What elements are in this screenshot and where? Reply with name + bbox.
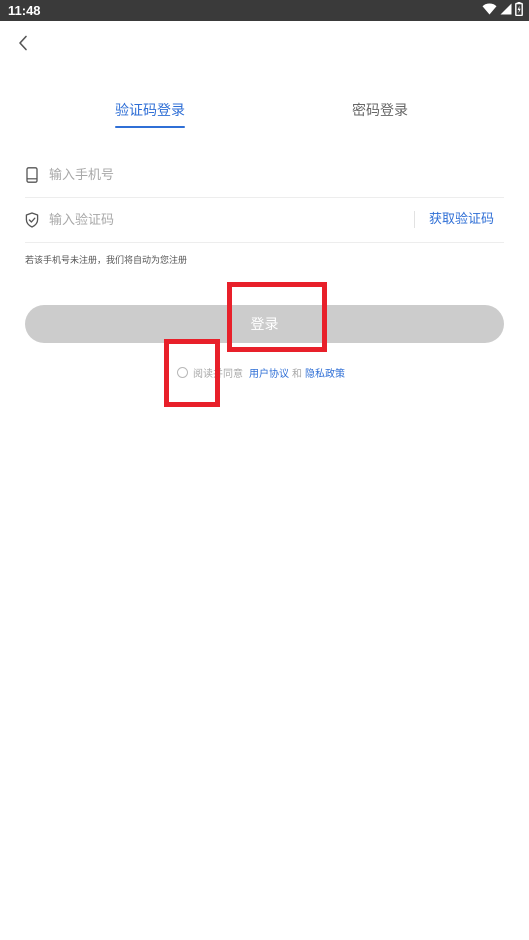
wifi-icon	[482, 3, 497, 19]
agreement-and: 和	[292, 368, 302, 380]
tab-active-indicator	[115, 126, 185, 128]
tab-sms-login-label: 验证码登录	[115, 103, 185, 119]
privacy-policy-link[interactable]: 隐私政策	[305, 365, 345, 380]
phone-input[interactable]	[49, 162, 389, 188]
status-icons	[482, 1, 523, 20]
get-code-button[interactable]: 获取验证码	[429, 211, 494, 229]
phone-field-row	[25, 153, 504, 198]
tab-password-login[interactable]: 密码登录	[346, 98, 414, 126]
battery-icon	[515, 1, 523, 20]
shield-icon	[25, 212, 39, 228]
highlight-box-agreement	[164, 339, 220, 407]
login-tabs: 验证码登录 密码登录	[0, 98, 529, 130]
tab-sms-login[interactable]: 验证码登录	[113, 98, 187, 128]
tab-password-login-label: 密码登录	[352, 103, 408, 119]
user-agreement-link[interactable]: 用户协议	[249, 365, 289, 380]
phone-icon	[25, 167, 39, 183]
cell-signal-icon	[500, 3, 512, 19]
chevron-left-icon	[17, 35, 29, 55]
status-bar: 11:48	[0, 0, 529, 21]
auto-register-hint: 若该手机号未注册，我们将自动为您注册	[25, 256, 188, 266]
code-field-row: 获取验证码	[25, 198, 504, 243]
code-divider	[414, 211, 415, 228]
login-screen: 11:48 验证码登录 密码登录 输入手机号 输入验证码 获取验证码 若该手机号…	[0, 0, 529, 940]
highlight-box-login	[227, 282, 327, 352]
back-button[interactable]	[12, 34, 34, 56]
verification-code-input[interactable]	[49, 207, 389, 233]
status-time: 11:48	[8, 3, 41, 18]
